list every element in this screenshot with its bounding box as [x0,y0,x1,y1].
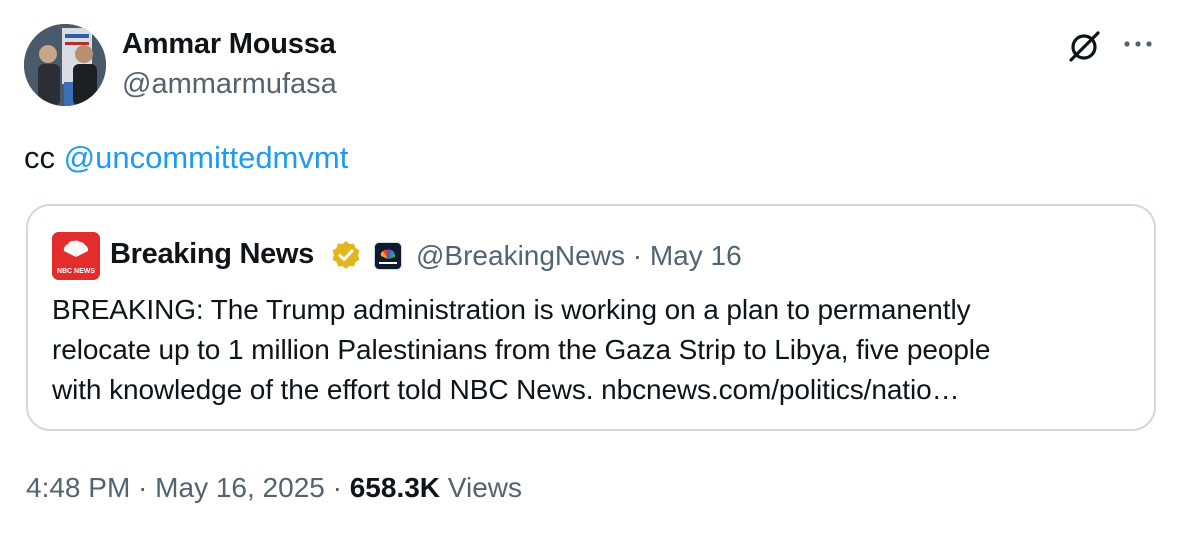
mention-link[interactable]: @uncommittedmvmt [64,140,349,175]
quoted-author-avatar[interactable]: NBC NEWS [52,232,100,280]
quoted-display-name[interactable]: Breaking News [110,238,314,271]
views-count[interactable]: 658.3K [350,472,440,503]
grok-icon[interactable] [1066,28,1102,64]
nbc-peacock-icon [379,249,397,264]
author-handle[interactable]: @ammarmufasa [122,68,337,101]
quoted-text-line: relocate up to 1 million Palestinians fr… [52,334,991,365]
author-display-name[interactable]: Ammar Moussa [122,28,336,61]
tweet-card: Ammar Moussa @ammarmufasa cc @uncommitte… [0,0,1194,540]
dot-separator: · [624,240,650,271]
verified-badge-icon[interactable] [330,239,362,271]
meta-separator: · [130,472,156,503]
tweet-meta: 4:48 PM · May 16, 2025 · 658.3K Views [26,472,522,504]
meta-separator: · [324,472,350,503]
nbc-news-logo: NBC NEWS [52,232,100,280]
quoted-text-line: with knowledge of the effort told NBC Ne… [52,374,960,405]
tweet-time[interactable]: 4:48 PM [26,472,130,503]
tweet-text-prefix: cc [24,140,64,175]
quoted-date[interactable]: May 16 [650,240,742,271]
author-avatar[interactable] [24,24,106,106]
affiliate-badge[interactable] [374,242,402,270]
nbc-logo-text: NBC NEWS [57,268,95,275]
quoted-text-line: BREAKING: The Trump administration is wo… [52,294,971,325]
quoted-handle-date: @BreakingNews · May 16 [416,240,742,272]
quoted-tweet-card[interactable]: NBC NEWS Breaking News @BreakingNews · M… [26,204,1156,431]
avatar-photo [24,24,106,106]
views-label: Views [440,472,522,503]
tweet-date[interactable]: May 16, 2025 [155,472,325,503]
quoted-tweet-text: BREAKING: The Trump administration is wo… [52,290,1132,410]
more-dots-icon[interactable] [1122,34,1154,54]
quoted-handle[interactable]: @BreakingNews [416,240,625,271]
tweet-text: cc @uncommittedmvmt [24,140,348,176]
